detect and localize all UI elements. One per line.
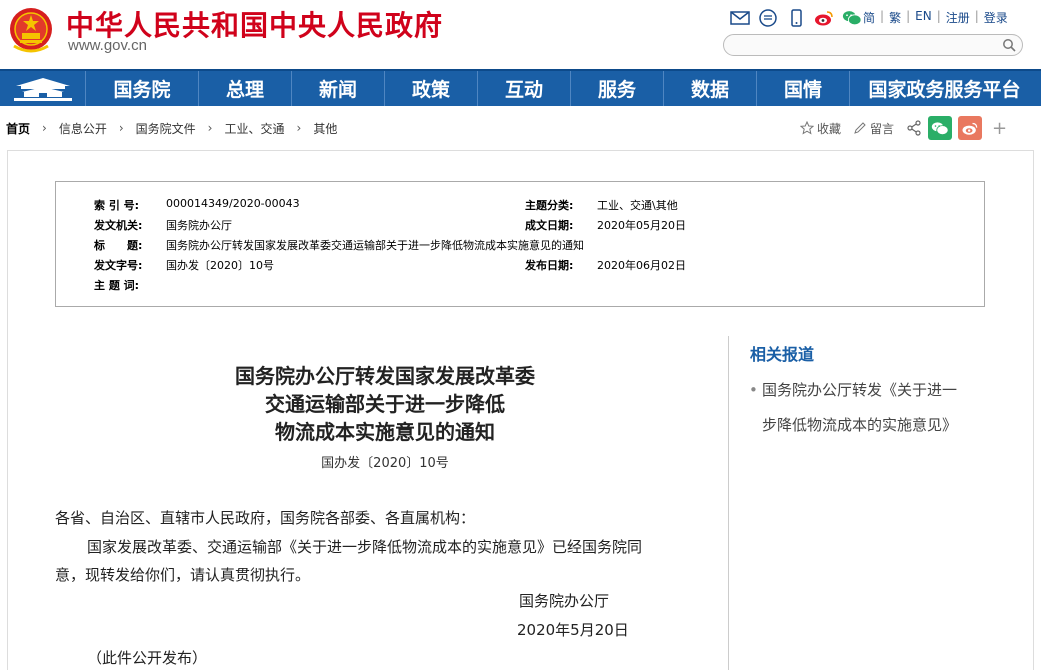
nav-item-service-platform[interactable]: 国家政务服务平台 xyxy=(850,71,1039,106)
info-label: 发布日期: xyxy=(525,259,574,272)
info-value: 工业、交通\其他 xyxy=(597,199,678,212)
top-icons xyxy=(730,8,862,28)
article-title-line: 国务院办公厅转发国家发展改革委 xyxy=(235,364,535,388)
sidebar-divider xyxy=(728,336,729,670)
info-value: 2020年05月20日 xyxy=(597,219,686,232)
chevron-right-icon: › xyxy=(296,121,302,135)
bullet-icon: • xyxy=(749,381,758,399)
info-published-date: 发布日期: 2020年06月02日 xyxy=(525,257,686,273)
star-icon xyxy=(800,121,814,135)
comment-label: 留言 xyxy=(870,121,895,136)
login-link[interactable]: 登录 xyxy=(979,9,1013,26)
info-label: 发文机关: xyxy=(94,219,143,232)
related-report-link[interactable]: • 国务院办公厅转发《关于进一 步降低物流成本的实施意见》 xyxy=(749,373,989,443)
article-salutation: 各省、自治区、直辖市人民政府，国务院各部委、各直属机构： xyxy=(55,509,476,527)
info-value: 000014349/2020-00043 xyxy=(166,197,300,210)
article-doc-number: 国办发〔2020〕10号 xyxy=(321,456,449,471)
wechat-icon xyxy=(931,121,949,135)
wechat-share-button[interactable] xyxy=(928,116,953,140)
info-doc-number: 发文字号: 国办发〔2020〕10号 xyxy=(94,257,274,273)
info-keywords: 主 题 词: xyxy=(94,277,166,293)
document-info-box: 索 引 号: 000014349/2020-00043 主题分类: 工业、交通\… xyxy=(55,181,985,307)
related-reports-title: 相关报道 xyxy=(750,345,815,364)
main-nav: 国务院 总理 新闻 政策 互动 服务 数据 国情 国家政务服务平台 xyxy=(0,69,1041,106)
weibo-icon[interactable] xyxy=(814,9,834,27)
info-issuer: 发文机关: 国务院办公厅 xyxy=(94,217,232,233)
nav-item-national-conditions[interactable]: 国情 xyxy=(757,71,850,106)
comment-button[interactable]: 留言 xyxy=(853,120,894,137)
message-icon[interactable] xyxy=(758,9,778,27)
nav-item-services[interactable]: 服务 xyxy=(571,71,664,106)
breadcrumb-industry-transport[interactable]: 工业、交通 xyxy=(218,120,290,137)
search-input[interactable] xyxy=(723,34,1023,56)
article-note: （此件公开发布） xyxy=(87,649,208,667)
info-value: 2020年06月02日 xyxy=(597,259,686,272)
article-date: 2020年5月20日 xyxy=(517,621,629,639)
chevron-right-icon: › xyxy=(207,121,213,135)
info-label: 成文日期: xyxy=(525,219,574,232)
info-created-date: 成文日期: 2020年05月20日 xyxy=(525,217,686,233)
nav-item-news[interactable]: 新闻 xyxy=(292,71,385,106)
breadcrumb-other[interactable]: 其他 xyxy=(307,120,343,137)
info-label: 主 题 词: xyxy=(94,279,140,292)
info-title: 标 题: 国务院办公厅转发国家发展改革委交通运输部关于进一步降低物流成本实施意见… xyxy=(94,237,584,253)
nav-item-policy[interactable]: 政策 xyxy=(385,71,478,106)
traditional-link[interactable]: 繁 xyxy=(884,9,906,26)
nav-item-data[interactable]: 数据 xyxy=(664,71,757,106)
article-title: 国务院办公厅转发国家发展改革委 交通运输部关于进一步降低 物流成本实施意见的通知 xyxy=(120,362,650,446)
info-label: 主题分类: xyxy=(525,199,574,212)
favorite-label: 收藏 xyxy=(817,121,842,136)
favorite-button[interactable]: 收藏 xyxy=(800,120,841,137)
article-title-line: 交通运输部关于进一步降低 xyxy=(265,392,505,416)
info-value: 国办发〔2020〕10号 xyxy=(166,259,274,272)
related-report-line: 国务院办公厅转发《关于进一 xyxy=(762,381,958,399)
article-body-line: 意，现转发给你们，请认真贯彻执行。 xyxy=(55,566,311,584)
breadcrumb-state-council-docs[interactable]: 国务院文件 xyxy=(130,120,202,137)
site-url[interactable]: www.gov.cn xyxy=(68,37,147,54)
info-label: 发文字号: xyxy=(94,259,143,272)
nav-item-premier[interactable]: 总理 xyxy=(199,71,292,106)
info-value: 国务院办公厅转发国家发展改革委交通运输部关于进一步降低物流成本实施意见的通知 xyxy=(166,239,584,252)
mail-icon[interactable] xyxy=(730,9,750,27)
breadcrumb-info-disclosure[interactable]: 信息公开 xyxy=(53,120,113,137)
register-link[interactable]: 注册 xyxy=(941,9,975,26)
chevron-right-icon: › xyxy=(118,121,124,135)
share-toolbar: 收藏 留言 + xyxy=(800,116,1007,140)
more-share-icon[interactable]: + xyxy=(992,118,1007,139)
mobile-icon[interactable] xyxy=(786,9,806,27)
pencil-icon xyxy=(854,122,866,134)
info-label: 索 引 号: xyxy=(94,199,140,212)
weibo-share-button[interactable] xyxy=(958,116,983,140)
article-title-line: 物流成本实施意见的通知 xyxy=(275,420,495,444)
info-label: 标 题: xyxy=(94,239,143,252)
search-icon[interactable] xyxy=(1002,38,1016,52)
top-links: 简 | 繁 | EN | 注册 | 登录 xyxy=(858,9,1013,26)
related-report-line: 步降低物流成本的实施意见》 xyxy=(762,416,958,434)
weibo-icon xyxy=(962,122,978,135)
site-header: 中华人民共和国中央人民政府 www.gov.cn 简 | 繁 | EN | 注册… xyxy=(0,0,1041,68)
nav-item-interaction[interactable]: 互动 xyxy=(478,71,571,106)
english-link[interactable]: EN xyxy=(910,9,937,26)
national-emblem-icon[interactable] xyxy=(8,6,54,56)
tiananmen-logo-icon[interactable] xyxy=(0,71,86,106)
info-category: 主题分类: 工业、交通\其他 xyxy=(525,197,678,213)
nav-item-state-council[interactable]: 国务院 xyxy=(86,71,199,106)
simplified-link[interactable]: 简 xyxy=(858,9,880,26)
article-signature: 国务院办公厅 xyxy=(519,592,610,610)
chevron-right-icon: › xyxy=(42,121,47,135)
article-body-line: 国家发展改革委、交通运输部《关于进一步降低物流成本的实施意见》已经国务院同 xyxy=(87,538,643,556)
share-icon[interactable] xyxy=(906,120,922,136)
info-value: 国务院办公厅 xyxy=(166,219,232,232)
breadcrumb-home[interactable]: 首页 xyxy=(0,120,36,137)
info-index: 索 引 号: 000014349/2020-00043 xyxy=(94,197,300,213)
